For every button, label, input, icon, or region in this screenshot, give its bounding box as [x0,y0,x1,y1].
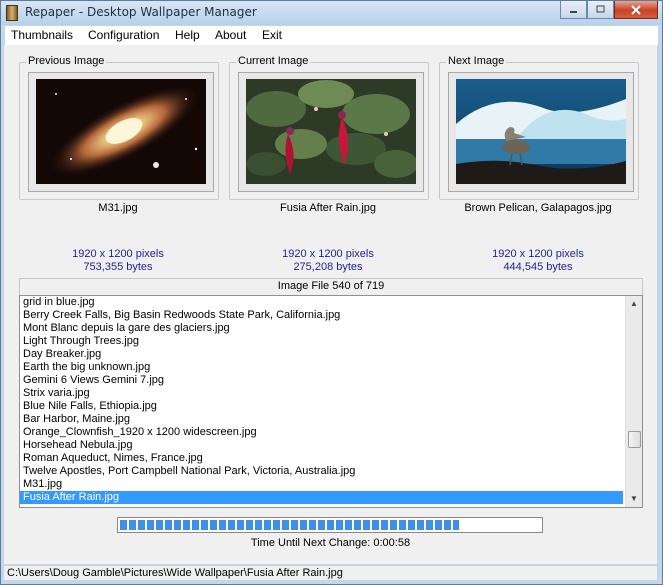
current-image-frame[interactable] [238,72,424,192]
next-image-name: Brown Pelican, Galapagos.jpg [464,202,612,214]
status-bar-path: C:\Users\Doug Gamble\Pictures\Wide Wallp… [4,565,657,580]
scroll-up-arrow-icon[interactable]: ▲ [626,296,642,312]
file-list-item[interactable]: Bar Harbor, Maine.jpg [20,413,623,426]
file-list-item[interactable]: Twelve Apostles, Port Campbell National … [20,465,623,478]
change-progress-bar [117,517,543,533]
next-change-timer: Time Until Next Change: 0:00:58 [250,537,411,549]
maximize-button[interactable] [587,1,614,19]
previous-image-size: 753,355 bytes [83,261,153,273]
file-list-item-selected[interactable]: Fusia After Rain.jpg [20,491,623,504]
current-image-size: 275,208 bytes [293,261,363,273]
menu-help[interactable]: Help [175,28,200,42]
next-image-frame[interactable] [448,72,634,192]
minimize-icon [570,11,577,13]
previous-image-label: Previous Image [26,55,107,67]
file-list-items: grid in blue.jpg Berry Creek Falls, Big B… [20,296,642,504]
file-list-item[interactable]: Day Breaker.jpg [20,348,623,361]
current-image-label: Current Image [236,55,311,67]
file-list-item[interactable]: Blue Nile Falls, Ethiopia.jpg [20,400,623,413]
file-list-item[interactable]: Mont Blanc depuis la gare des glaciers.j… [20,322,623,335]
next-image-thumbnail [456,79,626,184]
window-title: Repaper - Desktop Wallpaper Manager [25,5,257,19]
file-list-item[interactable]: Earth the big unknown.jpg [20,361,623,374]
previous-image-thumbnail [36,79,206,184]
scroll-down-arrow-icon[interactable]: ▼ [626,491,642,507]
file-list-item[interactable]: M31.jpg [20,478,623,491]
file-list-item[interactable]: grid in blue.jpg [20,296,623,309]
vertical-scrollbar[interactable]: ▲ ▼ [625,296,642,507]
previous-image-group: Previous Image [19,55,219,200]
file-list-item[interactable]: Gemini 6 Views Gemini 7.jpg [20,374,623,387]
menu-about[interactable]: About [215,28,246,42]
maximize-icon [596,5,605,13]
next-image-size: 444,545 bytes [503,261,573,273]
minimize-button[interactable] [560,1,587,19]
current-image-thumbnail [246,79,416,184]
next-image-group: Next Image [439,55,639,200]
file-list-item[interactable]: Horsehead Nebula.jpg [20,439,623,452]
menu-exit[interactable]: Exit [262,28,282,42]
scrollbar-thumb[interactable] [628,431,641,448]
image-counter: Image File 540 of 719 [19,278,643,296]
next-image-resolution: 1920 x 1200 pixels [492,248,584,260]
previous-image-name: M31.jpg [98,202,138,214]
previous-image-resolution: 1920 x 1200 pixels [72,248,164,260]
progress-fill [120,520,459,530]
title-bar[interactable]: Repaper - Desktop Wallpaper Manager [1,1,662,25]
file-list-item[interactable]: Light Through Trees.jpg [20,335,623,348]
menu-thumbnails[interactable]: Thumbnails [11,28,73,42]
app-icon [6,5,18,21]
next-image-label: Next Image [446,55,507,67]
close-button[interactable] [614,1,658,19]
current-image-group: Current Image [229,55,429,200]
file-list[interactable]: grid in blue.jpg Berry Creek Falls, Big B… [19,295,643,508]
menu-configuration[interactable]: Configuration [88,28,159,42]
file-list-item[interactable]: Orange_Clownfish_1920 x 1200 widescreen.… [20,426,623,439]
file-list-item[interactable]: Strix varia.jpg [20,387,623,400]
file-list-item[interactable]: Berry Creek Falls, Big Basin Redwoods St… [20,309,623,322]
current-image-name: Fusia After Rain.jpg [280,202,376,214]
current-image-resolution: 1920 x 1200 pixels [282,248,374,260]
menu-bar: Thumbnails Configuration Help About Exit [5,26,658,46]
file-list-item[interactable]: Roman Aqueduct, Nimes, France.jpg [20,452,623,465]
client-area: Previous Image Current Image Next Image … [4,45,657,564]
close-icon [631,4,641,15]
previous-image-frame[interactable] [28,72,214,192]
